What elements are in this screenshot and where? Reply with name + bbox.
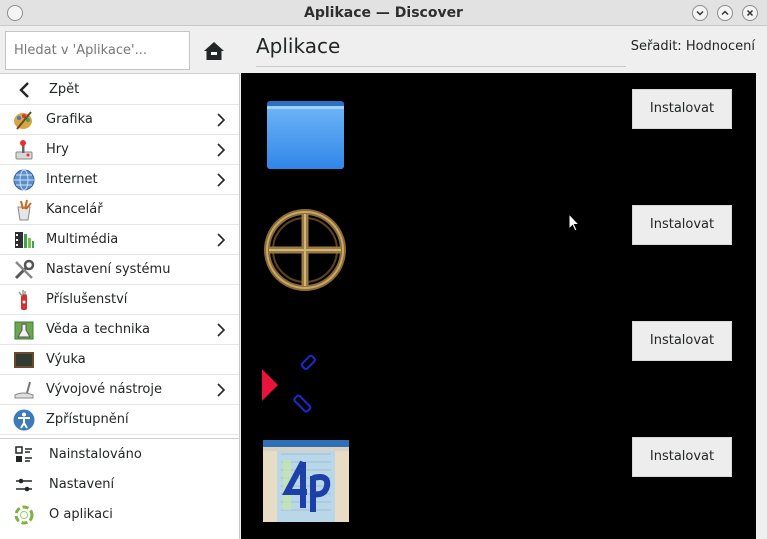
sidebar-item-label: Nastavení xyxy=(49,477,115,492)
window-title: Aplikace — Discover xyxy=(304,5,463,21)
multimedia-icon xyxy=(13,229,35,251)
sidebar-item-label: Nainstalováno xyxy=(49,447,142,462)
minimize-button[interactable] xyxy=(692,5,708,21)
graphics-icon xyxy=(13,109,35,131)
sidebar-item-label: Hry xyxy=(46,142,69,157)
install-button[interactable]: Instalovat xyxy=(632,321,732,361)
sidebar-item-settings[interactable]: Nastavení xyxy=(0,470,239,500)
sidebar-item-multimedia[interactable]: Multimédia xyxy=(0,225,239,255)
sidebar-item-grafika[interactable]: Grafika xyxy=(0,105,239,135)
4p-app-icon xyxy=(263,440,353,530)
list-item[interactable]: Instalovat xyxy=(241,305,756,421)
sidebar-item-label: Výuka xyxy=(46,352,86,367)
installed-icon xyxy=(14,445,34,465)
chevron-right-icon xyxy=(217,113,226,127)
red-arrow-game-icon xyxy=(259,323,349,413)
search-input[interactable] xyxy=(5,31,190,70)
close-icon xyxy=(746,9,754,17)
list-item[interactable]: Instalovat xyxy=(241,73,756,189)
sidebar-item-vyvojove-nastroje[interactable]: Vývojové nástroje xyxy=(0,375,239,405)
back-arrow-icon xyxy=(13,79,35,101)
sidebar-item-veda-a-technika[interactable]: Věda a technika xyxy=(0,315,239,345)
science-icon xyxy=(13,319,35,341)
sort-dropdown[interactable]: Seřadit: Hodnocení xyxy=(631,39,755,54)
mouse-cursor-icon xyxy=(568,213,580,232)
sidebar-item-label: Multimédia xyxy=(46,232,119,247)
sidebar-item-label: Nastavení systému xyxy=(46,262,171,277)
games-icon xyxy=(13,139,35,161)
header-divider xyxy=(256,66,626,67)
install-button[interactable]: Instalovat xyxy=(632,205,732,245)
accessibility-icon xyxy=(13,409,35,431)
education-icon xyxy=(13,349,35,371)
back-button[interactable]: Zpět xyxy=(0,75,239,105)
system-settings-icon xyxy=(13,259,35,281)
sidebar-item-label: Internet xyxy=(46,172,98,187)
wheel-cross-icon xyxy=(261,205,351,295)
maximize-button[interactable] xyxy=(717,5,733,21)
internet-globe-icon xyxy=(13,169,35,191)
list-item[interactable]: Instalovat xyxy=(241,189,756,305)
chevron-right-icon xyxy=(217,383,226,397)
sidebar-item-label: Zpřístupnění xyxy=(46,412,129,427)
sidebar-item-hry[interactable]: Hry xyxy=(0,135,239,165)
page-title: Aplikace xyxy=(256,34,341,58)
install-button[interactable]: Instalovat xyxy=(632,437,732,477)
sidebar-item-vyuka[interactable]: Výuka xyxy=(0,345,239,375)
about-icon xyxy=(14,505,34,525)
chevron-right-icon xyxy=(217,323,226,337)
title-bar: Aplikace — Discover xyxy=(0,0,767,26)
accessories-icon xyxy=(13,289,35,311)
back-label: Zpět xyxy=(49,82,80,97)
scrollbar[interactable] xyxy=(756,73,767,539)
sidebar-item-kancelar[interactable]: Kancelář xyxy=(0,195,239,225)
sidebar-item-label: Příslušenství xyxy=(46,292,128,307)
settings-icon xyxy=(14,475,34,495)
sidebar-item-about[interactable]: O aplikaci xyxy=(0,500,239,530)
home-icon xyxy=(204,42,224,60)
sidebar-item-label: Grafika xyxy=(46,112,93,127)
sidebar-item-nastaveni-systemu[interactable]: Nastavení systému xyxy=(0,255,239,285)
sidebar: Zpět Grafika Hry Internet Kancelář Multi… xyxy=(0,27,240,539)
sidebar-item-prislusenstvi[interactable]: Příslušenství xyxy=(0,285,239,315)
blue-folder-icon xyxy=(261,91,351,181)
sidebar-item-internet[interactable]: Internet xyxy=(0,165,239,195)
list-item[interactable]: Instalovat xyxy=(241,421,756,537)
chevron-right-icon xyxy=(217,233,226,247)
search-area xyxy=(0,27,240,74)
install-button[interactable]: Instalovat xyxy=(632,89,732,129)
sidebar-item-label: O aplikaci xyxy=(49,507,113,522)
close-button[interactable] xyxy=(742,5,758,21)
development-icon xyxy=(13,379,35,401)
sidebar-item-label: Věda a technika xyxy=(46,322,150,337)
chevron-right-icon xyxy=(217,173,226,187)
chevron-up-icon xyxy=(721,10,729,16)
office-icon xyxy=(13,199,35,221)
sidebar-item-installed[interactable]: Nainstalováno xyxy=(0,440,239,470)
sidebar-item-label: Vývojové nástroje xyxy=(46,382,162,397)
sidebar-item-zpristupneni[interactable]: Zpřístupnění xyxy=(0,405,239,435)
sidebar-separator xyxy=(0,438,239,439)
chevron-down-icon xyxy=(696,10,704,16)
app-list[interactable]: Instalovat Instalovat Instalovat Instalo… xyxy=(241,73,756,539)
chevron-right-icon xyxy=(217,143,226,157)
sidebar-item-label: Kancelář xyxy=(46,202,103,217)
home-button[interactable] xyxy=(200,37,228,65)
